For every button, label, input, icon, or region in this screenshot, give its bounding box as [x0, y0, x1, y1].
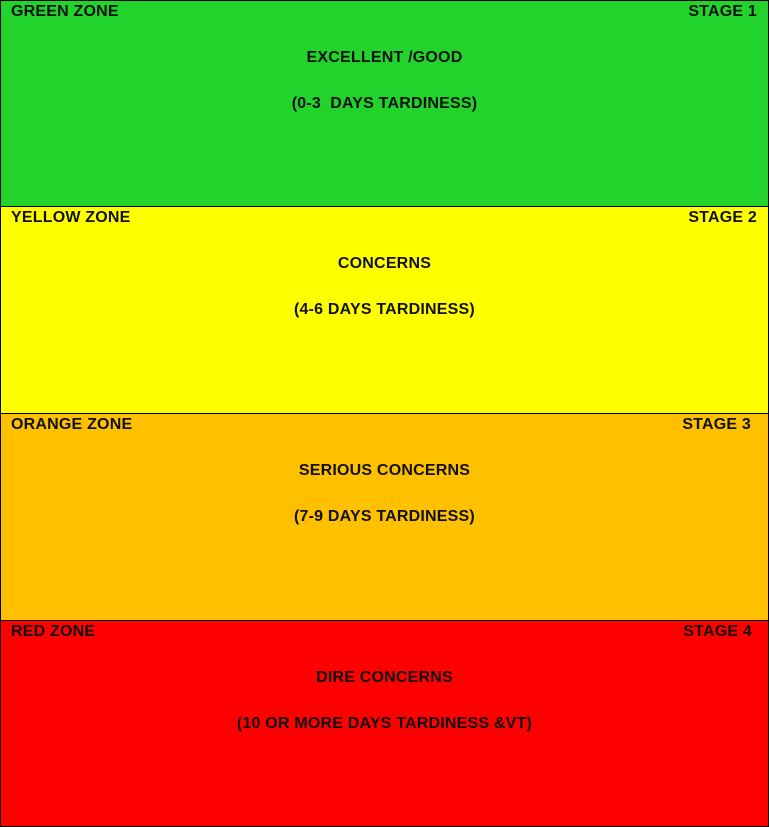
zone-name: ORANGE ZONE [11, 416, 133, 433]
zone-name: YELLOW ZONE [11, 209, 131, 226]
zone-orange: ORANGE ZONE STAGE 3 SERIOUS CONCERNS (7-… [0, 413, 769, 621]
tardiness-zone-chart: GREEN ZONE STAGE 1 EXCELLENT /GOOD (0-3 … [0, 0, 769, 827]
zone-rating: DIRE CONCERNS [316, 669, 453, 686]
zone-stage: STAGE 4 [683, 623, 752, 640]
zone-tardiness-range: (10 OR MORE DAYS TARDINESS &VT) [236, 715, 533, 732]
zone-green: GREEN ZONE STAGE 1 EXCELLENT /GOOD (0-3 … [0, 0, 769, 207]
zone-stage: STAGE 1 [688, 3, 757, 20]
zone-name: RED ZONE [11, 623, 96, 640]
zone-tardiness-range: (7-9 DAYS TARDINESS) [294, 508, 475, 525]
zone-name: GREEN ZONE [11, 3, 119, 20]
zone-red: RED ZONE STAGE 4 DIRE CONCERNS (10 OR MO… [0, 620, 769, 827]
zone-tardiness-range: (0-3 DAYS TARDINESS) [291, 95, 478, 112]
zone-rating: SERIOUS CONCERNS [298, 462, 471, 479]
zone-stage: STAGE 2 [688, 209, 757, 226]
zone-rating: EXCELLENT /GOOD [306, 49, 463, 66]
zone-stage: STAGE 3 [682, 416, 751, 433]
zone-rating: CONCERNS [337, 255, 432, 272]
zone-tardiness-range: (4-6 DAYS TARDINESS) [294, 301, 475, 318]
zone-yellow: YELLOW ZONE STAGE 2 CONCERNS (4-6 DAYS T… [0, 206, 769, 414]
